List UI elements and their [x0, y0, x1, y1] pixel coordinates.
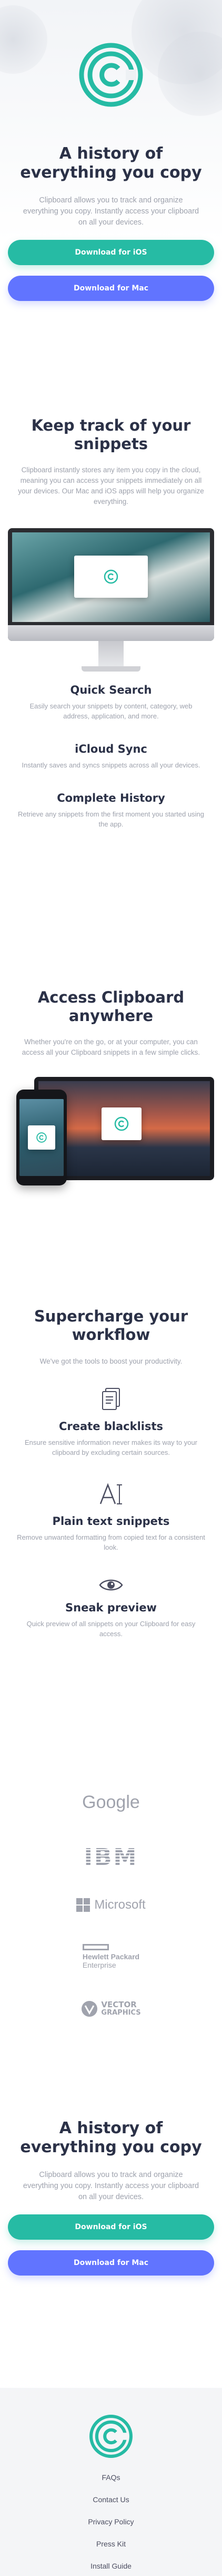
clipboard-logo-small: [36, 1132, 47, 1143]
download-ios-button[interactable]: Download for iOS: [8, 240, 214, 265]
tool-sneak-preview: Sneak preview Quick preview of all snipp…: [0, 1573, 222, 1639]
cta-download-mac-button[interactable]: Download for Mac: [8, 2250, 214, 2276]
cta-section: A history of everything you copy Clipboa…: [0, 2119, 222, 2276]
workflow-title: Supercharge your workflow: [34, 1307, 188, 1344]
feature-text: Easily search your snippets by content, …: [29, 702, 193, 720]
feature-text: Retrieve any snippets from the first mom…: [17, 810, 205, 828]
blacklist-icon: [95, 1384, 127, 1415]
tool-title: Plain text snippets: [52, 1515, 170, 1528]
workflow-section: Supercharge your workflow We've got the …: [0, 1307, 222, 1639]
vector-graphics-icon: [82, 2001, 98, 2017]
eye-icon: [95, 1573, 127, 1597]
google-logo: Google: [82, 1792, 140, 1812]
access-description: Whether you're on the go, or at your com…: [22, 1038, 200, 1056]
feature-complete-history: Complete History Retrieve any snippets f…: [0, 791, 222, 829]
snippets-section: Keep track of your snippets Clipboard in…: [0, 416, 222, 829]
feature-text: Instantly saves and syncs snippets acros…: [22, 761, 200, 769]
footer-link-contact[interactable]: Contact Us: [0, 2494, 222, 2505]
hero-section: A history of everything you copy Clipboa…: [0, 0, 222, 301]
ibm-logo: IBM: [84, 1844, 138, 1871]
hero-description: Clipboard allows you to track and organi…: [23, 196, 199, 227]
devices-mockup: [8, 1077, 214, 1188]
footer-link-privacy[interactable]: Privacy Policy: [0, 2516, 222, 2527]
snippets-description: Clipboard instantly stores any item you …: [18, 466, 204, 506]
clipboard-logo-small: [114, 1116, 129, 1132]
tool-text: Quick preview of all snippets on your Cl…: [26, 1620, 196, 1638]
cta-download-ios-button[interactable]: Download for iOS: [8, 2214, 214, 2240]
desktop-screen: [12, 532, 210, 622]
tool-title: Sneak preview: [65, 1601, 157, 1614]
snippets-title: Keep track of your snippets: [31, 416, 191, 453]
phone-mockup: [16, 1090, 67, 1185]
feature-title: Complete History: [57, 792, 165, 804]
footer: FAQs Contact Us Privacy Policy Press Kit…: [0, 2388, 222, 2576]
footer-link-install[interactable]: Install Guide: [0, 2561, 222, 2571]
tool-text: Ensure sensitive information never makes…: [24, 1438, 198, 1456]
hp-enterprise-logo: Hewlett Packard Enterprise: [0, 1944, 222, 1970]
tool-title: Create blacklists: [58, 1420, 164, 1433]
tool-create-blacklists: Create blacklists Ensure sensitive infor…: [0, 1384, 222, 1457]
clipboard-dialog: [102, 1107, 142, 1140]
footer-nav: FAQs Contact Us Privacy Policy Press Kit…: [0, 2472, 222, 2571]
clipboard-logo: [78, 42, 144, 108]
footer-link-faqs[interactable]: FAQs: [0, 2472, 222, 2483]
workflow-description: We've got the tools to boost your produc…: [39, 1357, 183, 1365]
clipboard-dialog: [74, 556, 148, 598]
text-icon: [95, 1479, 127, 1510]
access-title: Access Clipboard anywhere: [37, 988, 185, 1025]
feature-title: iCloud Sync: [75, 743, 147, 755]
vector-graphics-logo: VECTOR GRAPHICS: [0, 2000, 222, 2020]
download-mac-button[interactable]: Download for Mac: [8, 276, 214, 301]
feature-title: Quick Search: [70, 684, 152, 696]
footer-link-press[interactable]: Press Kit: [0, 2539, 222, 2549]
tool-text: Remove unwanted formatting from copied t…: [17, 1533, 205, 1551]
tool-plain-text-snippets: Plain text snippets Remove unwanted form…: [0, 1479, 222, 1552]
clipboard-dialog: [28, 1125, 55, 1150]
feature-quick-search: Quick Search Easily search your snippets…: [0, 683, 222, 721]
feature-icloud-sync: iCloud Sync Instantly saves and syncs sn…: [0, 742, 222, 770]
desktop-mockup: [8, 528, 214, 672]
footer-logo[interactable]: [89, 2414, 133, 2458]
clipboard-logo-small: [103, 569, 119, 585]
access-section: Access Clipboard anywhere Whether you're…: [0, 988, 222, 1188]
cta-title: A history of everything you copy: [20, 2119, 202, 2156]
microsoft-logo: Microsoft: [0, 1898, 222, 1914]
cta-description: Clipboard allows you to track and organi…: [23, 2171, 199, 2201]
hero-title: A history of everything you copy: [20, 144, 202, 182]
microsoft-icon: [76, 1898, 90, 1912]
page: A history of everything you copy Clipboa…: [0, 0, 222, 2576]
